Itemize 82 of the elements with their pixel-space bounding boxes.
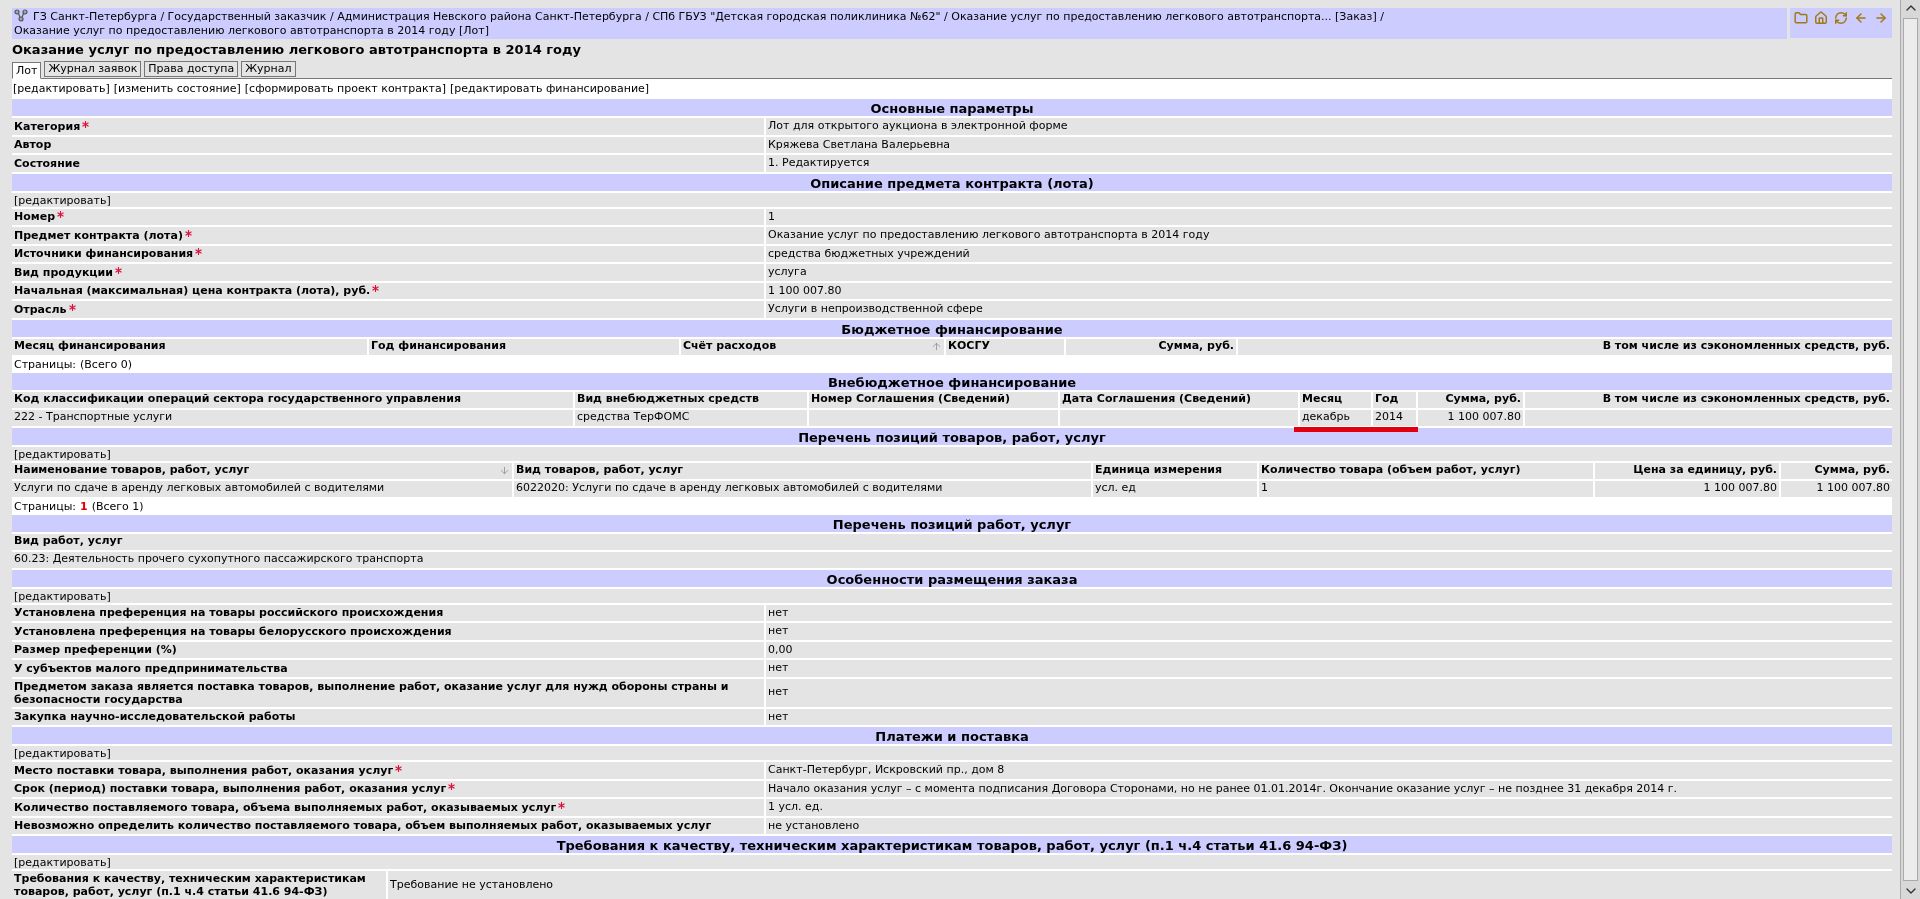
breadcrumb-tag-link[interactable]: [Лот] bbox=[458, 24, 489, 37]
field-value: нет bbox=[768, 684, 789, 701]
pager-label: Страницы: bbox=[14, 498, 77, 513]
field-value: Требование не установлено bbox=[390, 876, 554, 893]
breadcrumb-tag-link[interactable]: [Заказ] bbox=[1335, 10, 1377, 23]
field-value: услуга bbox=[768, 264, 807, 280]
field-label: Номер bbox=[14, 210, 65, 224]
field-value: нет bbox=[768, 660, 789, 676]
field-value: не установлено bbox=[768, 817, 860, 834]
breadcrumb-link[interactable]: СПб ГБУЗ "Детская городская поликлиника №62" bbox=[652, 10, 941, 23]
action-link[interactable]: [редактировать] bbox=[13, 80, 110, 98]
action-link[interactable]: [изменить состояние] bbox=[113, 80, 241, 98]
field-value: Санкт-Петербург, Искровский пр., дом 8 bbox=[768, 762, 1005, 778]
network-logo-icon bbox=[14, 9, 28, 22]
tab[interactable]: Права доступа bbox=[144, 61, 239, 77]
breadcrumb-separator: / bbox=[1379, 10, 1384, 23]
field-value: нет bbox=[768, 623, 789, 639]
field-value: нет bbox=[768, 708, 789, 725]
field-label: Автор bbox=[14, 138, 52, 152]
field-label: Установлена преференция на товары белорусского происхождения bbox=[14, 624, 452, 638]
field-value: нет bbox=[768, 604, 789, 621]
field-value: 1 усл. ед. bbox=[768, 799, 823, 815]
field-label: Состояние bbox=[14, 156, 80, 170]
refresh-icon[interactable] bbox=[1834, 11, 1848, 25]
edit-link[interactable]: [редактировать] bbox=[14, 747, 111, 760]
field-label: Место поставки товара, выполнения работ, оказания услуг bbox=[14, 763, 403, 777]
action-link[interactable]: [редактировать финансирование] bbox=[450, 80, 650, 98]
sort-up-icon[interactable] bbox=[931, 341, 942, 352]
field-label: У субъектов малого предпринимательства bbox=[14, 661, 288, 675]
edit-link[interactable]: [редактировать] bbox=[14, 856, 111, 869]
breadcrumb-separator: / bbox=[644, 10, 650, 23]
field-value: Начало оказания услуг – с момента подписания Договора Сторонами, но не ранее 01.01.2014г. Окончание оказание услуг – не позднее 31 декабря 2014 г. bbox=[768, 780, 1678, 797]
edit-link[interactable]: [редактировать] bbox=[14, 447, 111, 461]
field-label: Закупка научно-исследовательской работы bbox=[14, 710, 296, 724]
page-title: Оказание услуг по предоставлению легкового автотранспорта в 2014 году bbox=[12, 41, 582, 59]
section-header: Платежи и поставка bbox=[12, 727, 1892, 746]
action-link[interactable]: [сформировать проект контракта] bbox=[244, 80, 447, 98]
field-value: Кряжева Светлана Валерьевна bbox=[768, 136, 951, 153]
breadcrumb-link[interactable]: Администрация Невского района Санкт-Петербурга bbox=[337, 10, 642, 23]
field-label: Источники финансирования bbox=[14, 247, 203, 261]
tab[interactable]: Журнал заявок bbox=[44, 61, 142, 77]
field-label: Требования к качеству, техническим характеристикам товаров, работ, услуг (п.1 ч.4 статьи 41.6 94-ФЗ) bbox=[14, 872, 367, 898]
sort-down-icon[interactable] bbox=[499, 465, 510, 476]
breadcrumb-separator: / bbox=[159, 10, 166, 23]
field-label: Срок (период) поставки товара, выполнения работ, оказания услуг bbox=[14, 782, 456, 796]
tab[interactable]: Лот bbox=[12, 62, 42, 79]
breadcrumb-link[interactable]: Оказание услуг по предоставлению легкового автотранспорта в 2014 году bbox=[14, 24, 456, 37]
scrollbar[interactable] bbox=[1900, 0, 1920, 899]
field-value: 1 100 007.80 bbox=[768, 282, 842, 299]
field-label: Отрасль bbox=[14, 302, 76, 316]
field-label: Категория bbox=[14, 119, 90, 133]
folder-icon[interactable] bbox=[1794, 11, 1808, 25]
tab[interactable]: Журнал bbox=[241, 61, 296, 77]
section-header: Основные параметры bbox=[12, 99, 1892, 118]
field-label: Предмет контракта (лота) bbox=[14, 228, 192, 242]
field-label: Вид продукции bbox=[14, 265, 122, 279]
field-value: 0,00 bbox=[768, 641, 793, 658]
field-label: Предметом заказа является поставка товаров, выполнение работ, оказание услуг для нужд обороны страны и безопасности государства bbox=[14, 679, 730, 706]
edit-link[interactable]: [редактировать] bbox=[14, 589, 111, 603]
home-icon[interactable] bbox=[1814, 11, 1828, 25]
pager-total: (Всего 0) bbox=[80, 356, 132, 371]
page-link[interactable]: 1 bbox=[80, 498, 88, 513]
pager-label: Страницы: bbox=[14, 356, 77, 371]
field-label: Начальная (максимальная) цена контракта (лота), руб. bbox=[14, 284, 380, 298]
section-header: Требования к качеству, техническим характеристикам товаров, работ, услуг (п.1 ч.4 статьи 41.6 94-ФЗ) bbox=[12, 836, 1892, 855]
field-value: Услуги в непроизводственной сфере bbox=[768, 301, 983, 317]
breadcrumb-link[interactable]: Оказание услуг по предоставлению легкового автотранспорта... bbox=[951, 10, 1332, 23]
field-value: средства бюджетных учреждений bbox=[768, 245, 970, 262]
pager-total: (Всего 1) bbox=[91, 498, 144, 513]
breadcrumb-separator: / bbox=[329, 10, 335, 23]
field-value: Оказание услуг по предоставлению легкового автотранспорта в 2014 году bbox=[768, 227, 1210, 243]
breadcrumb-link[interactable]: ГЗ Санкт-Петербурга bbox=[33, 10, 157, 23]
field-value: Лот для открытого аукциона в электронной форме bbox=[768, 118, 1068, 134]
field-value: 1. Редактируется bbox=[768, 155, 870, 171]
field-label: Количество поставляемого товара, объема выполняемых работ, оказываемых услуг bbox=[14, 800, 566, 814]
breadcrumb-link[interactable]: Государственный заказчик bbox=[167, 10, 327, 23]
edit-link[interactable]: [редактировать] bbox=[14, 193, 111, 207]
breadcrumb-separator: / bbox=[943, 10, 949, 23]
field-label: Невозможно определить количество поставляемого товара, объем выполняемых работ, оказываемых услуг bbox=[14, 819, 712, 833]
field-label: Размер преференции (%) bbox=[14, 643, 177, 657]
field-label: Установлена преференция на товары российского происхождения bbox=[14, 606, 444, 620]
field-value: 1 bbox=[768, 208, 775, 225]
